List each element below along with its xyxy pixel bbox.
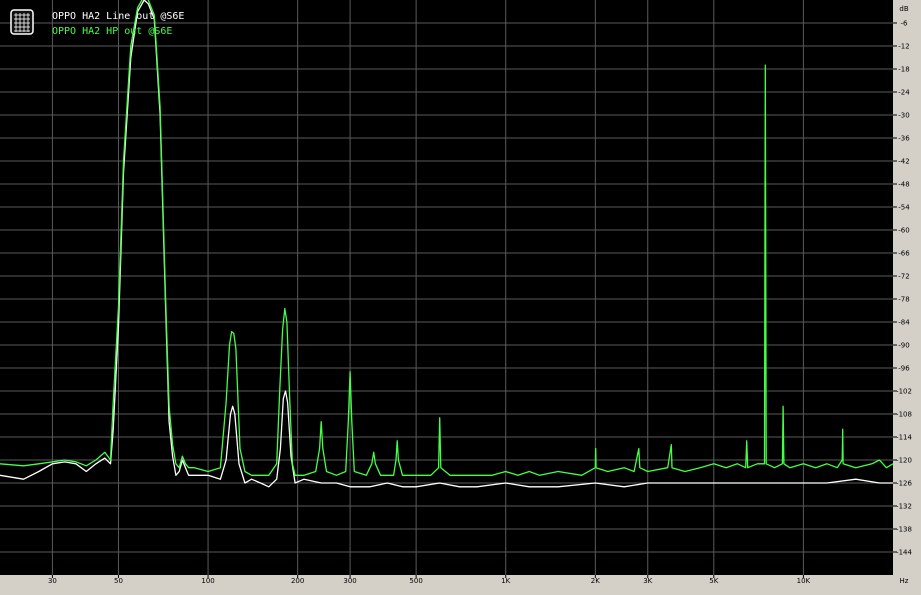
y-tick-label-22: -138 (896, 526, 912, 534)
x-tick-label-6: 1K (501, 577, 510, 585)
y-unit-label: dB (899, 5, 908, 13)
y-tick-label-4: -30 (898, 112, 909, 120)
y-tick-label-9: -60 (898, 227, 909, 235)
y-tick-label-6: -42 (898, 158, 909, 166)
x-tick-label-3: 200 (291, 577, 304, 585)
x-tick-label-7: 2K (591, 577, 600, 585)
y-tick-label-1: -12 (898, 43, 909, 51)
y-tick-label-0: -6 (901, 20, 909, 28)
y-tick-label-7: -48 (898, 181, 909, 189)
spectrum-plot-window: -6 -12 -18 -24 -30 -36 -42 -48 -54 -60 -66 -72 -78 -8… (0, 0, 921, 591)
legend-entry-hp-out: OPPO HA2 HP out @S6E (52, 26, 172, 37)
x-tick-label-1: 50 (114, 577, 123, 585)
spectrum-chart: -6 -12 -18 -24 -30 -36 -42 -48 -54 -60 -66 -72 -78 -8… (0, 0, 912, 585)
y-tick-label-3: -24 (898, 89, 910, 97)
y-tick-label-18: -114 (896, 434, 912, 442)
y-tick-label-8: -54 (898, 204, 910, 212)
y-tick-label-20: -126 (896, 480, 912, 488)
y-tick-label-5: -36 (898, 135, 910, 143)
plot-background (0, 0, 893, 575)
y-tick-label-12: -78 (898, 296, 909, 304)
y-tick-label-21: -132 (896, 503, 912, 511)
legend-entry-line-out: OPPO HA2 Line out @S6E (52, 11, 184, 22)
x-tick-label-0: 30 (48, 577, 57, 585)
y-tick-label-10: -66 (898, 250, 910, 258)
y-tick-label-19: -120 (896, 457, 912, 465)
x-tick-label-2: 100 (201, 577, 214, 585)
x-tick-label-9: 5K (709, 577, 718, 585)
y-tick-label-11: -72 (898, 273, 909, 281)
x-axis-ticks: 30 50 100 200 300 500 1K 2K 3K 5K 10K (48, 575, 811, 585)
x-tick-label-10: 10K (797, 577, 811, 585)
x-unit-label: Hz (900, 577, 909, 585)
y-tick-label-16: -102 (896, 388, 912, 396)
x-tick-label-5: 500 (409, 577, 422, 585)
y-tick-label-13: -84 (898, 319, 910, 327)
y-tick-label-15: -96 (898, 365, 910, 373)
x-tick-label-8: 3K (643, 577, 652, 585)
y-tick-label-14: -90 (898, 342, 909, 350)
y-tick-label-2: -18 (898, 66, 909, 74)
y-axis-ticks: -6 -12 -18 -24 -30 -36 -42 -48 -54 -60 -66 -72 -78 -8… (893, 20, 912, 557)
y-tick-label-17: -108 (896, 411, 912, 419)
legend-icon[interactable] (10, 9, 34, 35)
y-tick-label-23: -144 (896, 549, 912, 557)
x-tick-label-4: 300 (343, 577, 356, 585)
